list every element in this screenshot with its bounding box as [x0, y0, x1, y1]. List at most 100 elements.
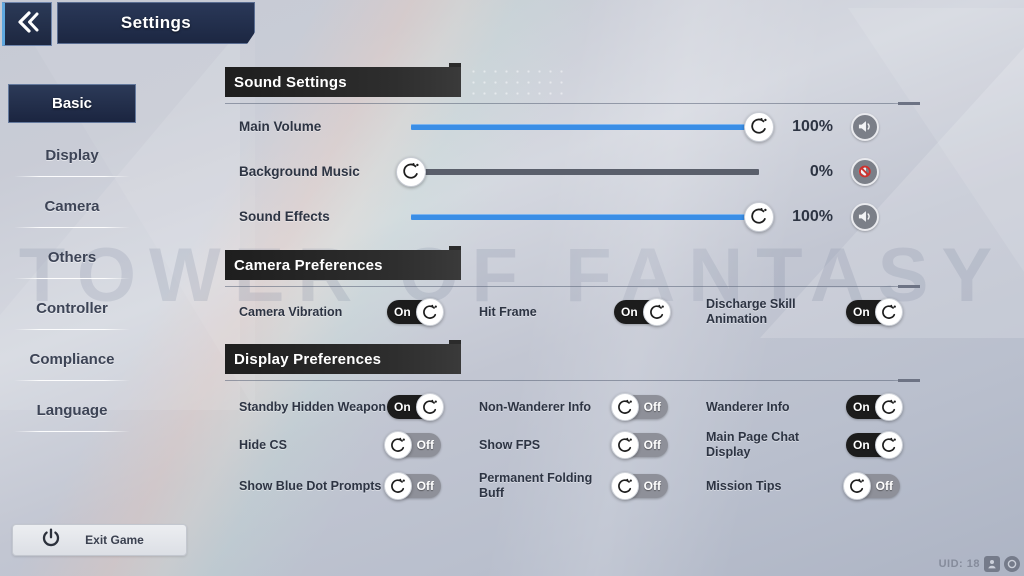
slider-label: Background Music — [239, 164, 360, 179]
toggle-permanent-folding-buff[interactable]: Off — [611, 472, 668, 500]
sidebar-item-label: Basic — [51, 95, 93, 112]
knob-arc-icon — [750, 207, 767, 224]
section-title: Display Preferences — [234, 350, 382, 368]
display-preferences-section: Display Preferences Standby Hidden Weapo… — [225, 340, 938, 501]
toggle-knob — [611, 393, 639, 421]
sidebar: Basic Display Camera Others Controller C… — [8, 84, 136, 442]
toggle-discharge-skill-animation[interactable]: On — [846, 298, 903, 326]
knob-arc-icon — [617, 478, 632, 493]
toggle-label-show-fps: Show FPS — [479, 437, 541, 452]
sidebar-item-others[interactable]: Others — [8, 238, 136, 279]
toggle-state: Off — [875, 479, 893, 493]
nav-divider — [14, 227, 130, 228]
exit-game-button[interactable]: Exit Game — [12, 524, 187, 556]
camera-toggle-grid: Camera Vibration On Hit Frame On Dischar… — [239, 297, 938, 327]
toggle-show-fps[interactable]: Off — [611, 431, 668, 459]
toggle-hide-cs[interactable]: Off — [384, 431, 441, 459]
speaker-mute-icon[interactable] — [851, 157, 879, 186]
camera-preferences-section: Camera Preferences Camera Vibration On H — [225, 246, 938, 327]
slider-track-sound-effects[interactable] — [411, 201, 774, 232]
knob-arc-icon — [849, 478, 864, 493]
toggle-label-hit-frame: Hit Frame — [479, 304, 537, 319]
toggle-label-show-blue-dot-prompts: Show Blue Dot Prompts — [239, 478, 382, 493]
slider-row-sound-effects: Sound Effects 100% — [239, 194, 920, 239]
toggle-knob — [875, 298, 903, 326]
toggle-state: On — [394, 305, 411, 319]
back-button[interactable] — [2, 2, 52, 46]
sidebar-item-label: Others — [47, 248, 97, 266]
toggle-wanderer-info[interactable]: On — [846, 393, 903, 421]
toggle-show-blue-dot-prompts[interactable]: Off — [384, 472, 441, 500]
section-divider — [225, 102, 920, 105]
toggle-mission-tips[interactable]: Off — [843, 472, 900, 500]
toggle-state: On — [853, 305, 870, 319]
slider-fill — [411, 123, 759, 130]
knob-arc-icon — [402, 162, 419, 179]
slider-label: Main Volume — [239, 119, 322, 134]
sidebar-item-basic[interactable]: Basic — [8, 84, 136, 123]
slider-fill — [411, 168, 759, 175]
slider-row-main-volume: Main Volume 100% — [239, 104, 920, 149]
power-icon — [41, 527, 61, 553]
slider-handle[interactable] — [744, 201, 774, 232]
toggle-non-wanderer-info[interactable]: Off — [611, 393, 668, 421]
slider-handle[interactable] — [396, 156, 426, 187]
nav-divider — [14, 329, 130, 330]
sidebar-item-controller[interactable]: Controller — [8, 289, 136, 330]
speaker-on-icon[interactable] — [851, 112, 879, 141]
circle-icon[interactable] — [1004, 556, 1020, 572]
toggle-standby-hidden-weapon[interactable]: On — [387, 393, 444, 421]
toggle-label-permanent-folding-buff: Permanent Folding Buff — [479, 471, 593, 500]
knob-arc-icon — [390, 478, 405, 493]
speaker-on-icon[interactable] — [851, 202, 879, 231]
knob-arc-icon — [617, 437, 632, 452]
toggle-knob — [416, 393, 444, 421]
knob-arc-icon — [881, 399, 896, 414]
nav-divider — [14, 278, 130, 279]
settings-screen: TOWER OF FANTASY Settings Basic Display … — [0, 0, 1024, 576]
section-title: Camera Preferences — [234, 256, 383, 274]
knob-arc-icon — [617, 399, 632, 414]
toggle-state: Off — [643, 479, 661, 493]
toggle-knob — [643, 298, 671, 326]
toggle-state: On — [853, 400, 870, 414]
toggle-knob — [875, 393, 903, 421]
toggle-label-camera-vibration: Camera Vibration — [239, 304, 343, 319]
toggle-hit-frame[interactable]: On — [614, 298, 671, 326]
slider-value: 100% — [792, 117, 833, 135]
section-divider — [225, 285, 920, 288]
slider-row-background-music: Background Music 0% — [239, 149, 920, 194]
nav-divider — [14, 380, 130, 381]
toggle-label-mission-tips: Mission Tips — [706, 478, 782, 493]
slider-track-main-volume[interactable] — [411, 111, 774, 142]
toggle-knob — [611, 472, 639, 500]
knob-arc-icon — [422, 304, 437, 319]
section-title: Sound Settings — [234, 73, 347, 91]
toggle-main-page-chat-display[interactable]: On — [846, 431, 903, 459]
toggle-label-standby-hidden-weapon: Standby Hidden Weapon — [239, 399, 386, 414]
toggle-knob — [875, 431, 903, 459]
uid-footer: UID: 18 — [939, 556, 1020, 572]
toggle-camera-vibration[interactable]: On — [387, 298, 444, 326]
slider-track-background-music[interactable] — [396, 156, 759, 187]
sidebar-item-language[interactable]: Language — [8, 391, 136, 432]
knob-arc-icon — [390, 437, 405, 452]
toggle-state: Off — [643, 438, 661, 452]
toggle-label-main-page-chat-display: Main Page Chat Display — [706, 430, 800, 459]
toggle-knob — [416, 298, 444, 326]
toggle-knob — [384, 472, 412, 500]
toggle-label-non-wanderer-info: Non-Wanderer Info — [479, 399, 592, 414]
double-chevron-left-icon — [15, 10, 41, 39]
slider-handle[interactable] — [744, 111, 774, 142]
uid-text: UID: 18 — [938, 558, 980, 570]
toggle-state: On — [394, 400, 411, 414]
section-header-display: Display Preferences — [225, 340, 461, 374]
sidebar-item-camera[interactable]: Camera — [8, 187, 136, 228]
knob-arc-icon — [649, 304, 664, 319]
person-icon[interactable] — [984, 556, 1000, 572]
display-toggle-grid: Standby Hidden Weapon On Non-Wanderer In… — [239, 393, 938, 501]
sidebar-item-compliance[interactable]: Compliance — [8, 340, 136, 381]
sidebar-item-display[interactable]: Display — [8, 136, 136, 177]
section-header-camera: Camera Preferences — [225, 246, 461, 280]
nav-divider — [14, 431, 130, 432]
